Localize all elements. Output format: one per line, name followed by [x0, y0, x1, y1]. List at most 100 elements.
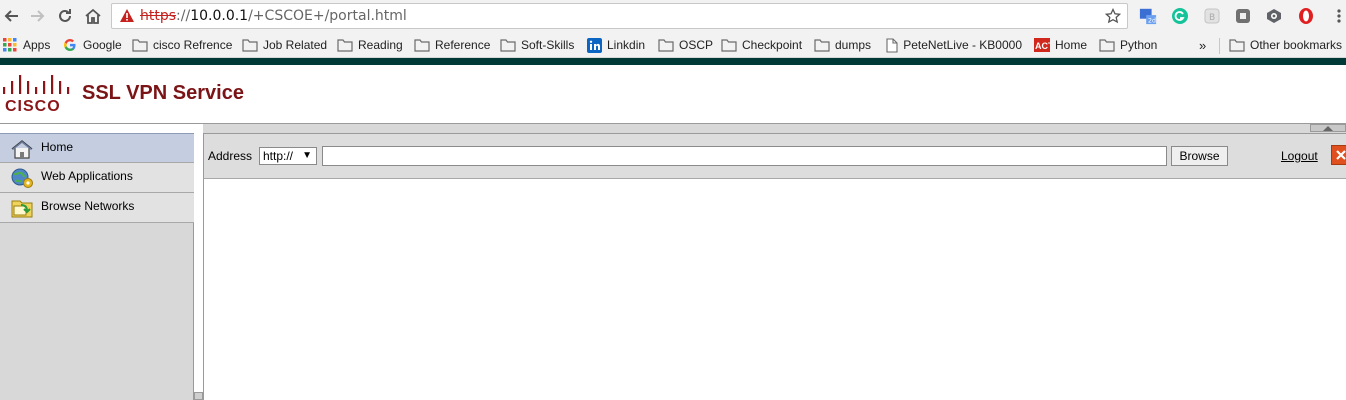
- logout-close-icon[interactable]: [1331, 145, 1346, 165]
- bookmark-label: Home: [1055, 38, 1088, 52]
- browse-button[interactable]: Browse: [1171, 146, 1228, 166]
- bookmark-label: Soft-Skills: [521, 38, 575, 52]
- url-scheme: https: [140, 8, 177, 24]
- address-label: Address: [208, 149, 253, 163]
- grammarly-icon[interactable]: [1171, 7, 1189, 25]
- url-path: /+CSCOE+/portal.html: [248, 8, 407, 24]
- bookmarks-bar: Apps Google cisco Refrence Job Related R…: [0, 32, 1346, 58]
- collapse-arrow-icon: [1323, 125, 1333, 131]
- extension-b-icon[interactable]: B: [1203, 7, 1221, 25]
- bookmark-label: Apps: [23, 38, 51, 52]
- bookmark-petenetlive[interactable]: PeteNetLive - KB0000: [885, 36, 1022, 54]
- sidebar-item-home[interactable]: Home: [0, 133, 194, 163]
- sidebar-item-browse-networks[interactable]: Browse Networks: [0, 193, 194, 223]
- bookmark-label: Checkpoint: [742, 38, 803, 52]
- bookmark-label: Reference: [435, 38, 491, 52]
- bookmark-label: dumps: [835, 38, 872, 52]
- url-input[interactable]: [322, 146, 1167, 166]
- back-button[interactable]: [0, 4, 24, 28]
- sidebar-item-web-applications[interactable]: Web Applications: [0, 163, 194, 193]
- extension-box-icon[interactable]: [1234, 7, 1252, 25]
- sidebar-splitter[interactable]: [194, 133, 203, 400]
- bookmark-label: Linkdin: [607, 38, 646, 52]
- forward-button[interactable]: [25, 4, 49, 28]
- folder-icon: [1099, 37, 1115, 53]
- protocol-select[interactable]: http:// ▼: [259, 147, 317, 165]
- bookmark-star-icon[interactable]: [1105, 8, 1121, 24]
- bookmark-job-related[interactable]: Job Related: [242, 36, 327, 54]
- browser-menu-icon[interactable]: [1330, 7, 1346, 25]
- bookmark-other-bookmarks[interactable]: Other bookmarks: [1229, 36, 1342, 54]
- page-title: SSL VPN Service: [82, 82, 244, 104]
- sidebar-item-label: Home: [41, 140, 74, 154]
- not-secure-warning-icon: [120, 9, 134, 22]
- bookmark-reference[interactable]: Reference: [414, 36, 490, 54]
- bookmark-label: Google: [83, 38, 122, 52]
- page-icon: [885, 37, 898, 53]
- bookmark-reading[interactable]: Reading: [337, 36, 403, 54]
- url-scheme-separator: ://: [176, 8, 191, 24]
- bookmark-label: PeteNetLive - KB0000: [903, 38, 1022, 52]
- bookmark-oscp[interactable]: OSCP: [658, 36, 713, 54]
- folder-icon: [500, 37, 516, 53]
- folder-icon: [337, 37, 353, 53]
- bookmark-label: Job Related: [263, 38, 328, 52]
- bookmark-label: cisco Refrence: [153, 38, 233, 52]
- cisco-logo-icon: [3, 75, 70, 94]
- svg-text:B: B: [1209, 13, 1215, 23]
- bookmark-label: Python: [1120, 38, 1158, 52]
- bookmark-label: Other bookmarks: [1250, 38, 1343, 52]
- portal-sidebar: Home Web Applications Browse Networks: [0, 133, 194, 400]
- sidebar-scroll-handle[interactable]: [194, 392, 203, 400]
- browser-home-icon: [85, 8, 101, 24]
- act-icon: ACT: [1034, 37, 1050, 53]
- bookmarks-separator: [1219, 38, 1220, 54]
- folder-icon: [814, 37, 830, 53]
- bookmark-google[interactable]: Google: [62, 36, 122, 54]
- folder-icon: [658, 37, 674, 53]
- sidebar-item-label: Web Applications: [41, 169, 133, 183]
- reload-icon: [59, 9, 71, 22]
- web-applications-icon: [11, 168, 33, 188]
- collapse-toolbar-button[interactable]: [1310, 124, 1346, 132]
- logout-link[interactable]: Logout: [1281, 149, 1318, 163]
- opera-icon[interactable]: [1297, 7, 1315, 25]
- home-button[interactable]: [81, 4, 105, 28]
- back-arrow-icon: [4, 10, 18, 22]
- bookmark-label: Reading: [358, 38, 403, 52]
- url-host: 10.0.0.1: [190, 8, 249, 24]
- linkedin-icon: [586, 37, 602, 53]
- dropdown-arrow-icon: ▼: [302, 150, 312, 161]
- bookmark-home[interactable]: ACT Home: [1034, 36, 1087, 54]
- bookmark-soft-skills[interactable]: Soft-Skills: [500, 36, 574, 54]
- address-bar[interactable]: https://10.0.0.1/+CSCOE+/portal.html: [111, 3, 1128, 29]
- browse-networks-icon: [11, 200, 33, 218]
- bookmarks-overflow-button[interactable]: »: [1199, 36, 1206, 54]
- portal-header: CISCO SSL VPN Service: [0, 65, 1346, 124]
- extension-eye-icon[interactable]: [1265, 7, 1283, 25]
- url-text: https://10.0.0.1/+CSCOE+/portal.html: [140, 8, 407, 25]
- apps-grid-icon: [2, 37, 18, 53]
- protocol-selected-value: http://: [263, 149, 294, 163]
- home-icon: [11, 140, 33, 159]
- extension-badge-icon[interactable]: 2d: [1139, 7, 1157, 25]
- bookmark-python[interactable]: Python: [1099, 36, 1157, 54]
- portal-address-bar: Address http:// ▼ Browse Logout: [203, 133, 1346, 179]
- bookmark-apps[interactable]: Apps: [2, 36, 50, 54]
- cisco-wordmark: CISCO: [5, 98, 61, 115]
- folder-icon: [132, 37, 148, 53]
- forward-arrow-icon: [31, 10, 45, 22]
- reload-button[interactable]: [53, 4, 77, 28]
- folder-icon: [414, 37, 430, 53]
- bookmark-dumps[interactable]: dumps: [814, 36, 871, 54]
- content-area: [203, 179, 1346, 400]
- bookmark-cisco-refrence[interactable]: cisco Refrence: [132, 36, 232, 54]
- folder-icon: [242, 37, 258, 53]
- browser-toolbar: https://10.0.0.1/+CSCOE+/portal.html 2d …: [0, 0, 1346, 32]
- google-icon: [62, 37, 78, 53]
- bookmark-checkpoint[interactable]: Checkpoint: [721, 36, 802, 54]
- extension-badge-text: 2d: [1148, 17, 1156, 24]
- bookmark-linkdin[interactable]: Linkdin: [586, 36, 645, 54]
- folder-icon: [1229, 37, 1245, 53]
- portal-top-bar: [0, 58, 1346, 65]
